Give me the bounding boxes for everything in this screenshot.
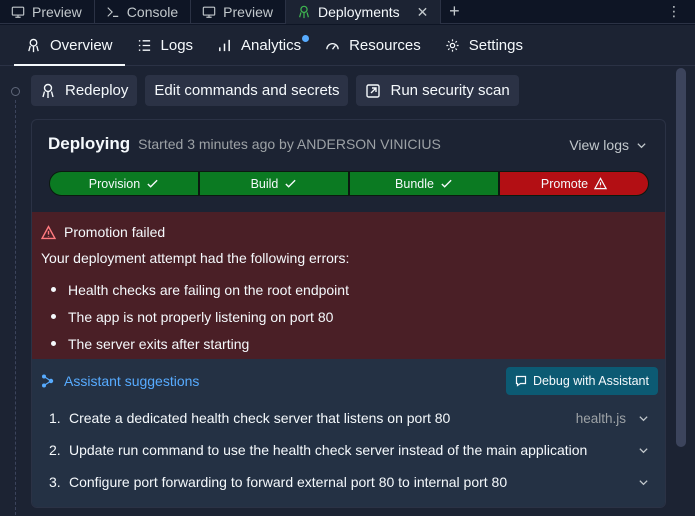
button-label: Redeploy [65, 82, 129, 99]
error-lead: Your deployment attempt had the followin… [41, 250, 350, 266]
nav-label: Logs [160, 36, 194, 54]
nav-label: Resources [349, 36, 421, 54]
deployment-actions: Redeploy Edit commands and secrets Run s… [31, 75, 519, 106]
new-tab-button[interactable]: + [441, 0, 467, 23]
assistant-title: Assistant suggestions [41, 373, 199, 389]
stage-promote: Promote [499, 171, 649, 196]
suggestion-number: 2. [49, 442, 61, 458]
close-icon[interactable]: ✕ [417, 4, 429, 21]
debug-with-assistant-button[interactable]: Debug with Assistant [505, 367, 658, 395]
deployments-icon [28, 38, 39, 52]
nav-logs[interactable]: Logs [125, 25, 206, 65]
tab-preview-2[interactable]: Preview [191, 0, 286, 24]
gauge-icon [326, 42, 339, 50]
tab-label: Deployments [317, 4, 400, 20]
view-logs-label: View logs [569, 137, 629, 153]
deployments-subnav: Overview Logs Analytics Resources Settin… [0, 25, 695, 66]
suggestion-text: Create a dedicated health check server t… [69, 410, 451, 426]
warning-icon [594, 177, 608, 190]
warning-icon [41, 224, 56, 239]
check-icon [441, 179, 452, 188]
deployment-header: Deploying Started 3 minutes ago by ANDER… [48, 134, 441, 154]
stage-label: Bundle [395, 176, 434, 191]
suggestion-text: Configure port forwarding to forward ext… [69, 474, 508, 490]
edit-commands-button[interactable]: Edit commands and secrets [145, 75, 349, 106]
check-icon [285, 179, 297, 188]
nav-overview[interactable]: Overview [14, 25, 125, 66]
deployment-status-title: Deploying [48, 134, 131, 153]
view-logs-button[interactable]: View logs [569, 137, 647, 153]
timeline-line [15, 100, 16, 516]
bar-chart-icon [219, 39, 230, 51]
suggestion-item-2[interactable]: 2. Update run command to use the health … [49, 436, 649, 464]
assistant-suggestions-panel: Assistant suggestions Debug with Assista… [32, 359, 665, 507]
suggestion-number: 1. [49, 410, 61, 426]
suggestion-file: health.js [575, 410, 626, 426]
list-item: The server exits after starting [41, 330, 349, 357]
tab-label: Preview [223, 4, 273, 20]
stage-bundle: Bundle [349, 171, 499, 196]
check-icon [147, 179, 158, 188]
list-icon [138, 39, 150, 51]
list-item: The app is not properly listening on por… [41, 303, 349, 330]
suggestion-number: 3. [49, 474, 61, 490]
chevron-down-icon [637, 142, 646, 148]
editor-tab-bar: Preview Console Preview Deployments ✕ + … [0, 0, 695, 24]
deployment-overview: Redeploy Edit commands and secrets Run s… [0, 66, 695, 516]
button-label: Run security scan [390, 82, 510, 99]
monitor-icon [11, 6, 25, 18]
nav-resources[interactable]: Resources [313, 25, 433, 65]
error-item: Health checks are failing on the root en… [68, 281, 349, 298]
error-title: Promotion failed [41, 224, 165, 240]
nav-label: Overview [50, 36, 113, 54]
error-title-text: Promotion failed [64, 224, 166, 240]
monitor-icon [202, 6, 216, 18]
stage-label: Promote [540, 176, 589, 191]
suggestion-item-3[interactable]: 3. Configure port forwarding to forward … [49, 468, 649, 496]
error-item: The server exits after starting [68, 335, 250, 352]
deployments-icon [42, 83, 54, 98]
stage-label: Build [250, 176, 279, 191]
tab-preview[interactable]: Preview [0, 0, 95, 24]
error-panel: Promotion failed Your deployment attempt… [32, 212, 665, 359]
more-options-icon[interactable]: ⋮ [667, 3, 681, 20]
error-list: Health checks are failing on the root en… [41, 276, 349, 357]
assistant-title-text: Assistant suggestions [64, 373, 200, 389]
stage-label: Provision [88, 176, 141, 191]
notification-dot [302, 35, 310, 42]
button-label: Edit commands and secrets [154, 82, 340, 99]
button-label: Debug with Assistant [532, 374, 649, 388]
assistant-icon [42, 374, 54, 388]
deployment-started-text: Started 3 minutes ago by ANDERSON VINICI… [138, 136, 441, 152]
tab-label: Preview [32, 4, 82, 20]
nav-analytics[interactable]: Analytics [205, 25, 313, 65]
security-scan-button[interactable]: Run security scan [356, 75, 519, 106]
tab-console[interactable]: Console [95, 0, 192, 24]
timeline-marker [11, 87, 20, 96]
stage-provision: Provision [49, 171, 199, 196]
chevron-down-icon [639, 415, 648, 421]
chat-icon [515, 375, 527, 387]
list-item: Health checks are failing on the root en… [41, 276, 349, 303]
deployment-stages: Provision Build Bundle Promote [49, 171, 649, 196]
terminal-icon [107, 7, 119, 17]
external-link-icon [366, 83, 381, 98]
stage-build: Build [199, 171, 349, 196]
gear-icon [446, 38, 459, 52]
suggestion-text: Update run command to use the health che… [69, 442, 588, 458]
nav-label: Analytics [241, 36, 302, 54]
deployments-icon [299, 5, 309, 19]
scrollbar-thumb[interactable] [676, 68, 686, 447]
suggestion-item-1[interactable]: 1. Create a dedicated health check serve… [49, 404, 649, 432]
redeploy-button[interactable]: Redeploy [31, 75, 138, 106]
chevron-down-icon [639, 447, 648, 453]
deployment-card: Deploying Started 3 minutes ago by ANDER… [31, 119, 666, 508]
tab-deployments[interactable]: Deployments ✕ [285, 0, 442, 24]
chevron-down-icon [639, 479, 648, 485]
nav-settings[interactable]: Settings [433, 25, 535, 65]
tab-label: Console [126, 4, 179, 20]
error-item: The app is not properly listening on por… [68, 308, 334, 325]
nav-label: Settings [468, 36, 523, 54]
